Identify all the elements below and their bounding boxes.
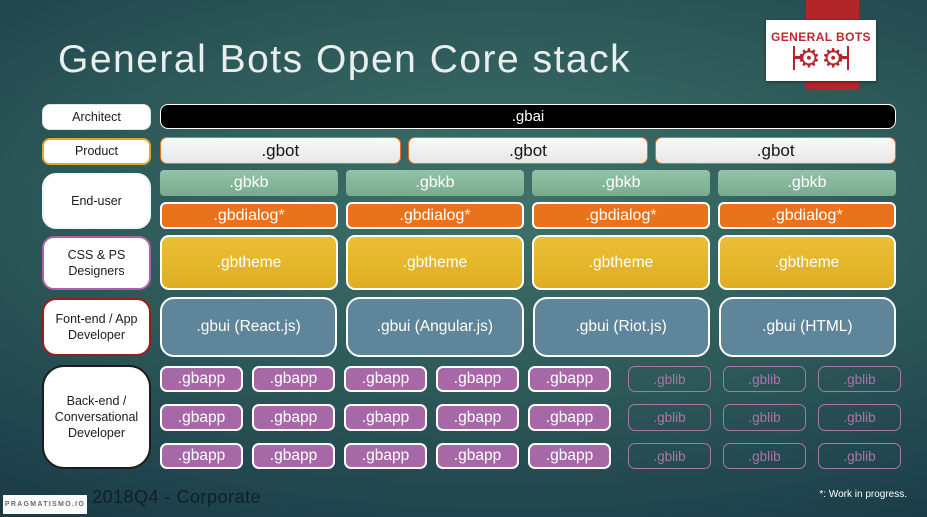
stack-row: .gbapp .gbapp .gbapp .gbapp .gbapp .gblib .gbl… [160,404,901,431]
block-gbapp: .gbapp [528,404,611,431]
slide-background: General Bots Open Core stack GENERAL BOT… [0,0,927,517]
block-gbapp: .gbapp [252,366,335,392]
stack-row: .gbdialog* .gbdialog* .gbdialog* .gbdialog* [160,202,896,229]
block-gbapp: .gbapp [160,404,243,431]
row-label-css-ps-designers: CSS & PS Designers [42,236,151,290]
block-gbapp: .gbapp [344,366,427,392]
block-gbui: .gbui (React.js) [160,297,338,357]
block-gbtheme: .gbtheme [346,235,524,290]
stack-row: .gbai [160,104,896,129]
stack-row: .gbkb .gbkb .gbkb .gbkb [160,170,896,196]
block-gbtheme: .gbtheme [160,235,338,290]
block-gbtheme: .gbtheme [718,235,896,290]
stack-diagram: .gbai .gbot .gbot .gbot .gbkb .gbkb .gbkb .gbkb… [160,0,901,517]
block-gbot: .gbot [160,137,401,164]
block-gbui: .gbui (Angular.js) [346,297,524,357]
block-gbapp: .gbapp [528,366,611,392]
block-gbkb: .gbkb [346,170,524,196]
block-gbai: .gbai [160,104,896,129]
block-gbui: .gbui (HTML) [718,297,896,357]
block-gbapp: .gbapp [344,443,427,469]
row-label-end-user: End-user [42,173,151,229]
stack-row: .gbapp .gbapp .gbapp .gbapp .gbapp .gblib .gbl… [160,443,901,469]
block-gblib: .gblib [628,366,711,392]
block-gbkb: .gbkb [160,170,338,196]
block-gbkb: .gbkb [718,170,896,196]
block-gbapp: .gbapp [252,404,335,431]
block-gblib: .gblib [723,404,806,431]
block-gblib: .gblib [818,443,901,469]
row-label-front-end-app-developer: Font-end / App Developer [42,298,151,356]
block-gblib: .gblib [723,443,806,469]
block-gbapp: .gbapp [436,366,519,392]
block-gblib: .gblib [818,366,901,392]
footer-caption: 2018Q4 - Corporate [92,487,262,507]
block-gbdialog: .gbdialog* [346,202,524,229]
block-gbot: .gbot [655,137,897,164]
block-gbapp: .gbapp [528,443,611,469]
row-label-back-end-conversational-developer: Back-end / Conversational Developer [42,365,151,469]
block-gbdialog: .gbdialog* [532,202,710,229]
work-in-progress-note: *: Work in progress. [819,489,907,500]
block-gbot: .gbot [407,137,649,164]
block-gbui: .gbui (Riot.js) [532,297,710,357]
pragmatismo-badge: PRAGMATISMO.IO [3,495,87,514]
stack-row: .gbtheme .gbtheme .gbtheme .gbtheme [160,235,896,290]
stack-row: .gbapp .gbapp .gbapp .gbapp .gbapp .gblib .gbl… [160,366,901,392]
block-gbdialog: .gbdialog* [718,202,896,229]
block-gblib: .gblib [723,366,806,392]
block-gbapp: .gbapp [344,404,427,431]
row-label-product: Product [42,138,151,165]
block-gbapp: .gbapp [160,443,243,469]
block-gbapp: .gbapp [160,366,243,392]
block-gblib: .gblib [628,443,711,469]
block-gbdialog: .gbdialog* [160,202,338,229]
block-gbtheme: .gbtheme [532,235,710,290]
row-label-architect: Architect [42,104,151,130]
block-gbkb: .gbkb [532,170,710,196]
block-gblib: .gblib [818,404,901,431]
block-gbapp: .gbapp [436,443,519,469]
block-gbapp: .gbapp [436,404,519,431]
block-gbapp: .gbapp [252,443,335,469]
stack-row: .gbui (React.js) .gbui (Angular.js) .gbui … [160,297,896,357]
block-gblib: .gblib [628,404,711,431]
stack-row: .gbot .gbot .gbot [160,137,897,164]
